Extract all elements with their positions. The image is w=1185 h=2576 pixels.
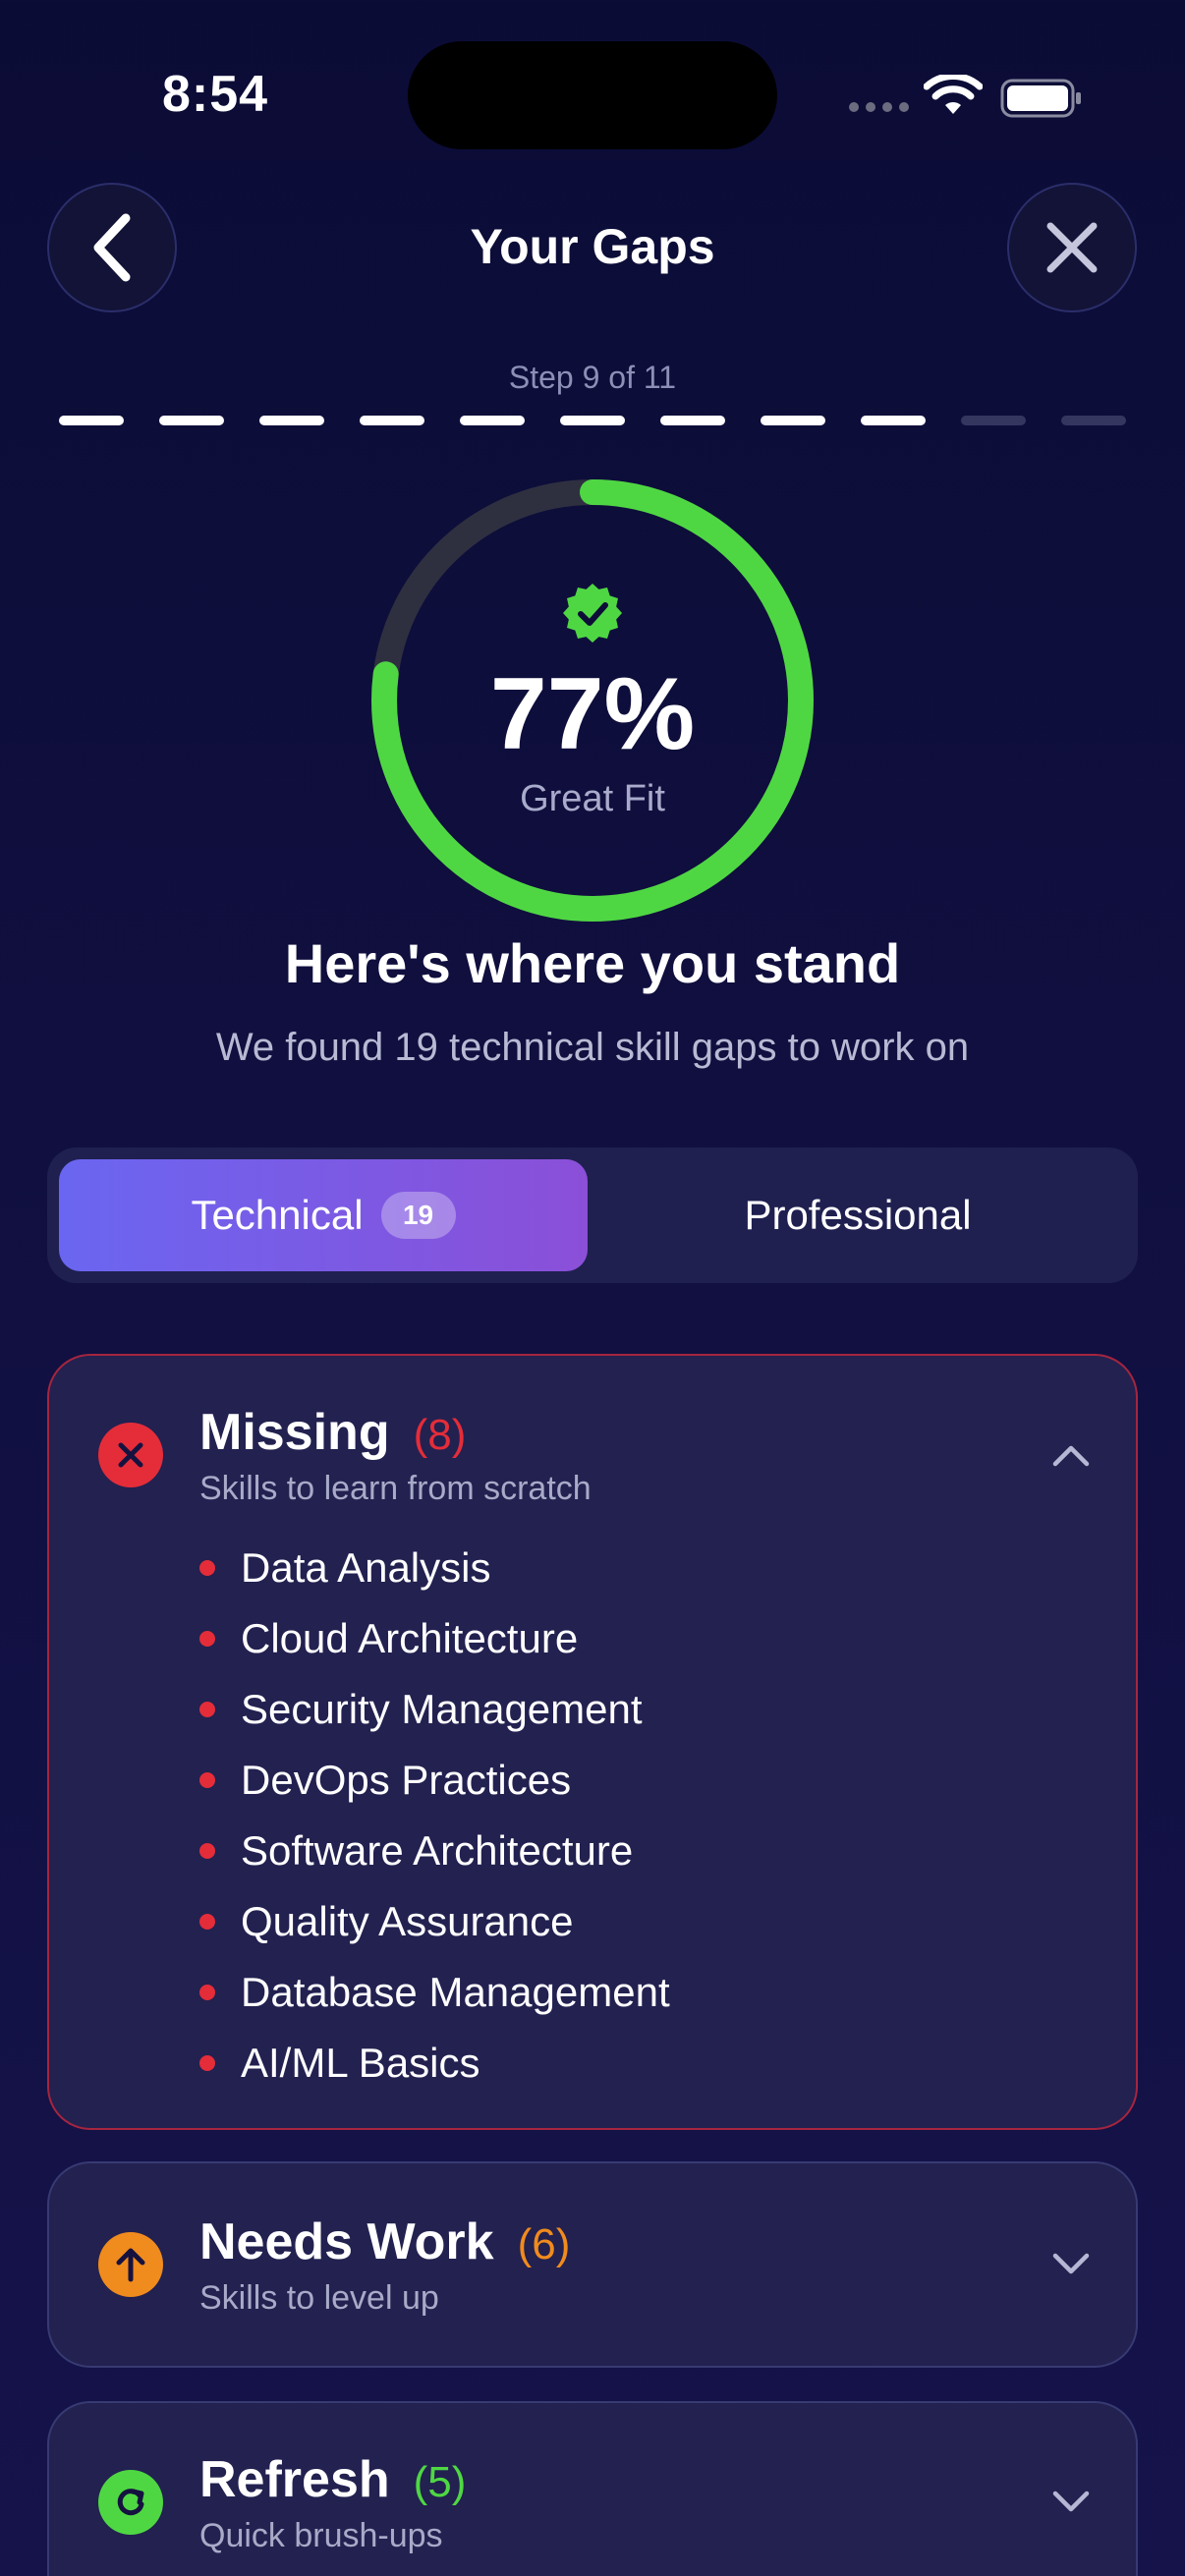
- x-icon: [98, 1423, 163, 1487]
- dynamic-island: [408, 41, 777, 149]
- list-item: Database Management: [199, 1957, 670, 2028]
- verified-badge-icon: [563, 584, 622, 643]
- close-icon: [1046, 222, 1098, 273]
- fit-score-label: Great Fit: [520, 778, 665, 819]
- step-segment: [761, 416, 825, 425]
- tab-technical-label: Technical: [191, 1192, 364, 1238]
- needs-work-title: Needs Work: [199, 2213, 494, 2270]
- step-label: Step 9 of 11: [508, 360, 677, 395]
- list-item: Security Management: [199, 1674, 670, 1745]
- arrow-up-icon: [98, 2232, 163, 2297]
- missing-title: Missing: [199, 1404, 390, 1461]
- refresh-count: (5): [413, 2458, 467, 2506]
- missing-subtitle: Skills to learn from scratch: [199, 1470, 592, 1507]
- step-segment: [159, 416, 224, 425]
- refresh-icon: [98, 2470, 163, 2535]
- refresh-title: Refresh: [199, 2451, 390, 2508]
- close-button[interactable]: [1007, 183, 1137, 312]
- chevron-up-icon[interactable]: [1051, 1442, 1091, 1468]
- step-segment: [59, 416, 124, 425]
- needs-work-count: (6): [517, 2220, 571, 2268]
- list-item: DevOps Practices: [199, 1745, 670, 1816]
- missing-header[interactable]: Missing (8): [199, 1403, 466, 1462]
- chevron-down-icon[interactable]: [1051, 2490, 1091, 2515]
- summary-headline: Here's where you stand: [284, 932, 901, 994]
- list-item: Data Analysis: [199, 1533, 670, 1603]
- step-segment: [360, 416, 424, 425]
- list-item: Software Architecture: [199, 1816, 670, 1886]
- wifi-icon: [924, 75, 983, 114]
- needs-work-subtitle: Skills to level up: [199, 2279, 439, 2317]
- tab-technical[interactable]: Technical 19: [59, 1159, 588, 1271]
- step-segment: [961, 416, 1026, 425]
- needs-work-header: Needs Work (6): [199, 2212, 570, 2271]
- step-segment: [861, 416, 926, 425]
- step-segment: [259, 416, 324, 425]
- step-segment: [1061, 416, 1126, 425]
- tab-technical-count-badge: 19: [380, 1192, 456, 1239]
- status-time: 8:54: [162, 66, 269, 123]
- step-segment: [460, 416, 525, 425]
- list-item: AI/ML Basics: [199, 2028, 670, 2099]
- battery-icon: [1000, 79, 1081, 118]
- missing-skill-list: Data Analysis Cloud Architecture Securit…: [199, 1533, 670, 2099]
- summary-subhead: We found 19 technical skill gaps to work…: [215, 1026, 970, 1069]
- missing-count: (8): [413, 1411, 467, 1459]
- step-segment: [660, 416, 725, 425]
- cellular-signal-icon: [849, 102, 909, 112]
- refresh-subtitle: Quick brush-ups: [199, 2517, 443, 2554]
- chevron-down-icon[interactable]: [1051, 2252, 1091, 2277]
- refresh-header: Refresh (5): [199, 2450, 466, 2509]
- list-item: Cloud Architecture: [199, 1603, 670, 1674]
- step-progress-bar: [59, 416, 1126, 425]
- tab-professional[interactable]: Professional: [590, 1159, 1126, 1271]
- fit-score-percent: 77%: [489, 657, 696, 771]
- tab-professional-label: Professional: [744, 1192, 972, 1238]
- step-segment: [560, 416, 625, 425]
- list-item: Quality Assurance: [199, 1886, 670, 1957]
